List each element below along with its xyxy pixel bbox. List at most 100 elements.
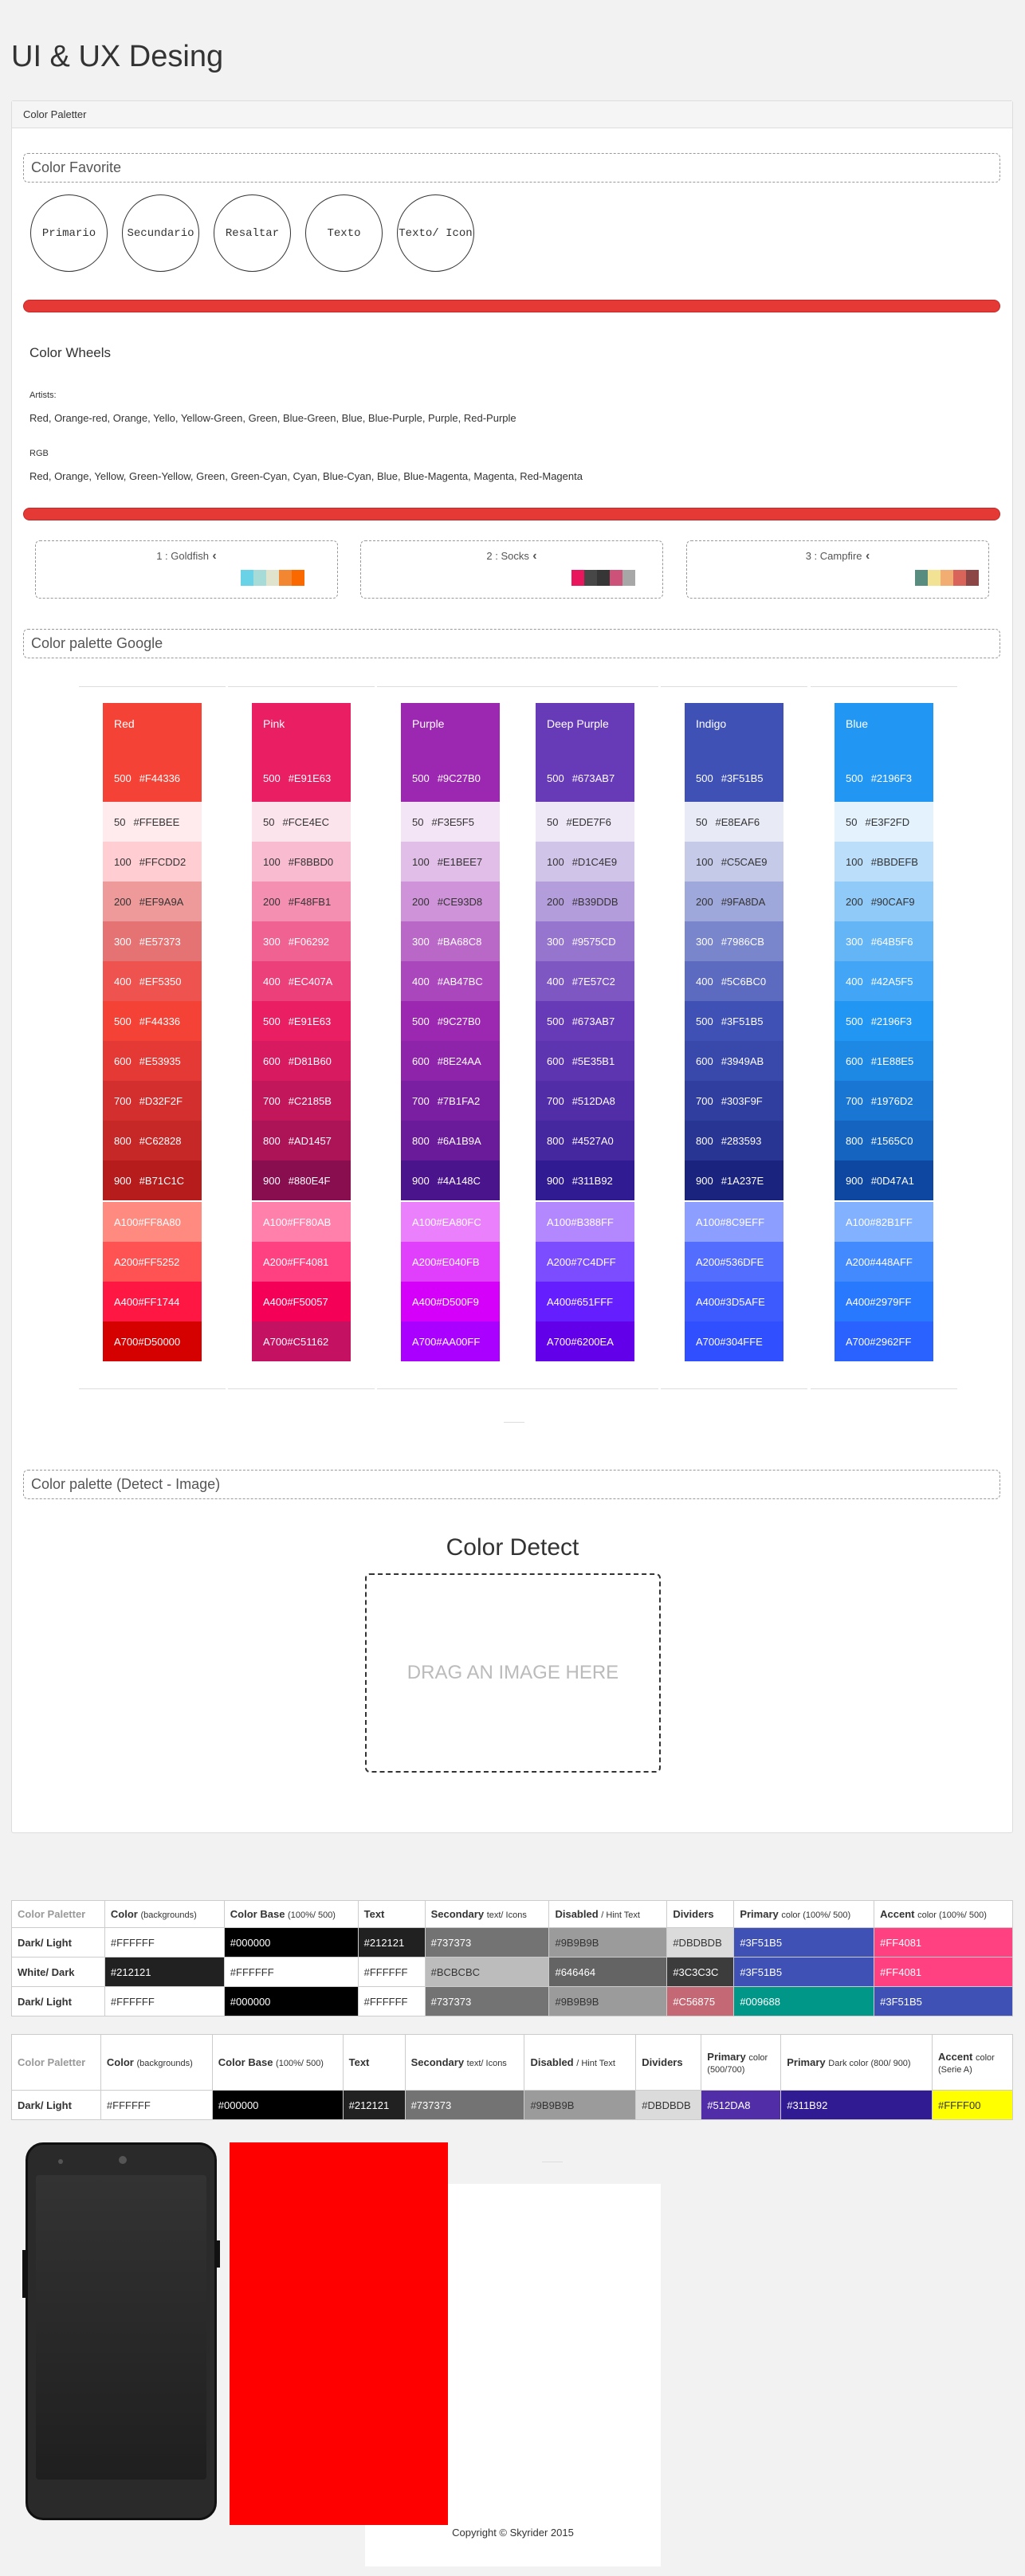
divider-bar	[23, 508, 1000, 520]
color-shade-cell: 200 #90CAF9	[835, 882, 933, 921]
shade-hex: #E91E63	[288, 1015, 332, 1027]
color-shade-cell: 900 #311B92	[536, 1160, 634, 1200]
color-shade-cell: 400 #7E57C2	[536, 961, 634, 1001]
accent-shade-cell: A200 #E040FB	[401, 1242, 500, 1282]
color-column-title: Purple	[412, 717, 445, 730]
favorite-circle[interactable]: Resaltar	[214, 194, 291, 272]
divider-line	[512, 686, 658, 687]
shade-hex: #E040FB	[436, 1255, 480, 1268]
palette-swatches	[571, 570, 635, 586]
shade-name: 700	[846, 1094, 863, 1107]
shade-name: 500	[696, 772, 713, 784]
table-row: White/ Dark #212121 #FFFFFF #FFFFFF #BCBCBC #…	[11, 1957, 1013, 1987]
shade-name: 400	[846, 975, 863, 988]
shade-hex: #E57373	[139, 935, 181, 948]
divider-line	[79, 1388, 226, 1389]
shade-hex: #3F51B5	[721, 1015, 764, 1027]
shade-hex: #EDE7F6	[566, 815, 611, 828]
divider-line	[79, 686, 226, 687]
table-cell: #212121	[104, 1957, 225, 1987]
accent-shade-cell: A200 #448AFF	[835, 1242, 933, 1282]
color-column-title: Red	[114, 717, 135, 730]
color-shade-cell: 900 #1A237E	[685, 1160, 783, 1200]
table-cell: #212121	[357, 1927, 426, 1958]
palette-swatch	[941, 570, 953, 586]
shade-name: 50	[547, 815, 559, 828]
table-header-sub: (backgrounds)	[140, 1910, 197, 1920]
table-cell: Dark/ Light	[11, 2090, 101, 2120]
chevron-left-icon[interactable]: ‹	[209, 549, 216, 563]
table-header-cell: Primary Dark color (800/ 900)	[780, 2034, 933, 2091]
favorite-circle[interactable]: Primario	[30, 194, 108, 272]
palette-card[interactable]: 1 : Goldfish ‹	[35, 540, 338, 599]
shade-name: 100	[846, 855, 863, 868]
palette-swatch	[279, 570, 292, 586]
color-shade-cell: 600 #E53935	[103, 1041, 202, 1081]
color-shade-cell: 200 #EF9A9A	[103, 882, 202, 921]
chevron-left-icon[interactable]: ‹	[862, 549, 870, 563]
phone-button	[22, 2250, 26, 2298]
shade-hex: #512DA8	[571, 1094, 615, 1107]
table-cell: #646464	[548, 1957, 668, 1987]
palette-card[interactable]: 3 : Campfire ‹	[686, 540, 989, 599]
color-favorite-section: Color Favorite	[23, 153, 1000, 183]
shade-hex: #FFEBEE	[133, 815, 180, 828]
favorite-circle[interactable]: Secundario	[122, 194, 199, 272]
shade-name: 200	[846, 895, 863, 908]
divider-line	[811, 686, 957, 687]
shade-hex: #F44336	[139, 772, 181, 784]
favorite-circle[interactable]: Texto/ Icon	[397, 194, 474, 272]
image-dropzone[interactable]: DRAG AN IMAGE HERE	[365, 1573, 661, 1773]
table-cell: #FFFFFF	[223, 1957, 359, 1987]
accent-shade-cell: A400 #651FFF	[536, 1282, 634, 1321]
shade-hex: #F06292	[288, 935, 330, 948]
table-cell: #212121	[342, 2090, 406, 2120]
table-cell: #000000	[223, 1986, 359, 2016]
palette-name: 1 : Goldfish ‹	[156, 549, 217, 563]
color-shade-cell: 100 #C5CAE9	[685, 842, 783, 882]
table-cell: Dark/ Light	[11, 1927, 105, 1958]
color-shade-cell: 50 #E8EAF6	[685, 802, 783, 842]
color-shade-cell: 100 #D1C4E9	[536, 842, 634, 882]
shade-hex: #311B92	[571, 1174, 613, 1187]
section-title: Color palette Google	[31, 635, 163, 651]
chevron-left-icon[interactable]: ‹	[529, 549, 536, 563]
shade-hex: #64B5F6	[870, 935, 913, 948]
table-header-cell: Color Paletter	[11, 2034, 101, 2091]
color-shade-cell: 500 #3F51B5 Indigo	[685, 703, 783, 802]
accent-shade-cell: A400 #2979FF	[835, 1282, 933, 1321]
favorite-circle[interactable]: Texto	[305, 194, 383, 272]
shade-hex: #BBDEFB	[870, 855, 918, 868]
table-cell: #000000	[211, 2090, 344, 2120]
palette-swatch	[928, 570, 941, 586]
shade-hex: #304FFE	[720, 1335, 763, 1348]
shade-hex: #4A148C	[437, 1174, 481, 1187]
shade-hex: #D81B60	[288, 1054, 332, 1067]
color-detect-title: Color Detect	[446, 1534, 579, 1561]
color-shade-cell: 200 #CE93D8	[401, 882, 500, 921]
shade-name: A200	[547, 1255, 571, 1268]
accent-shade-cell: A400 #F50057	[252, 1282, 351, 1321]
shade-hex: #9C27B0	[437, 1015, 481, 1027]
palette-swatch	[597, 570, 610, 586]
shade-hex: #1976D2	[870, 1094, 913, 1107]
shade-name: 800	[412, 1134, 430, 1147]
table-header-cell: Secondary text/ Icons	[404, 2034, 525, 2091]
shade-hex: #FF4081	[287, 1255, 329, 1268]
table-header-sub: / Hint Text	[601, 1910, 640, 1920]
color-shade-cell: 500 #3F51B5	[685, 1001, 783, 1041]
palette-card[interactable]: 2 : Socks ‹	[360, 540, 663, 599]
shade-hex: #C51162	[287, 1335, 329, 1348]
table-header-sub: text/ Icons	[466, 2059, 507, 2068]
palette-swatch	[622, 570, 635, 586]
shade-name: A100	[114, 1215, 139, 1228]
table-header-sub: color (100%/ 500)	[917, 1910, 987, 1920]
shade-name: 800	[263, 1134, 281, 1147]
palette-swatches	[241, 570, 304, 586]
table-header-cell: Disabled / Hint Text	[548, 1900, 668, 1928]
shade-hex: #2196F3	[870, 1015, 913, 1027]
shade-hex: #F8BBD0	[288, 855, 334, 868]
shade-name: A100	[696, 1215, 721, 1228]
shade-hex: #E1BEE7	[437, 855, 483, 868]
shade-name: A700	[114, 1335, 139, 1348]
